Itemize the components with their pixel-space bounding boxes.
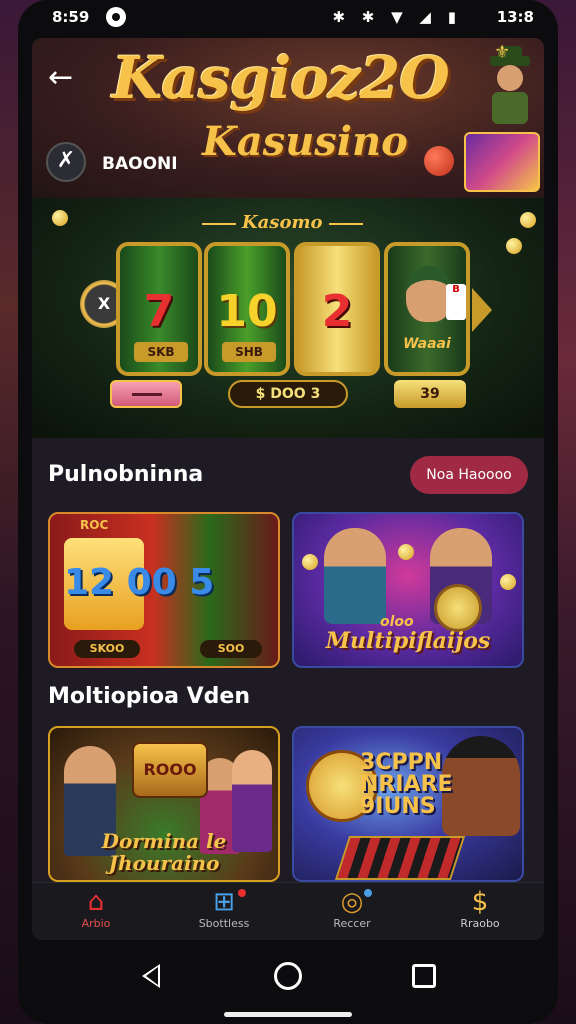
slot-label: Kasomo xyxy=(202,212,362,233)
win-amount: 39 xyxy=(394,380,466,408)
tab-label: Reccer xyxy=(333,917,371,930)
status-time: 8:59 xyxy=(52,8,90,26)
tab-rewards[interactable]: ◎ Reccer xyxy=(288,887,416,940)
coin-icon xyxy=(52,210,68,226)
app-header: ← Kasgioz2O Kasusino ⚜ ✗ BAOONI xyxy=(32,38,544,198)
medal-icon xyxy=(434,584,482,632)
dollar-icon: $ xyxy=(471,887,489,917)
arrow-right-icon[interactable] xyxy=(472,288,492,332)
card-chip-left: SKOO xyxy=(74,640,140,658)
red-ball-icon xyxy=(424,146,454,176)
bet-amount[interactable]: $ DOO 3 xyxy=(228,380,348,408)
nav-recents-icon[interactable] xyxy=(412,964,436,988)
tab-label: Rraobo xyxy=(460,917,500,930)
card-title: 3CPPN NRIARE 9IUNS xyxy=(360,750,453,819)
card-big-text: 12 00 5 xyxy=(64,562,215,603)
reel-symbol: 2 xyxy=(321,286,353,337)
notification-dot xyxy=(238,889,246,897)
bottom-tab-bar: ⌂ Arbio ⊞ Sbottless ◎ Reccer $ Rraobo xyxy=(32,882,544,940)
coin-icon xyxy=(520,212,536,228)
tab-label: Sbottless xyxy=(198,917,250,930)
system-nav-bar xyxy=(18,944,558,1024)
card-title: Multipiflaijos xyxy=(325,628,491,654)
game-card-roulette[interactable]: 3CPPN NRIARE 9IUNS xyxy=(292,726,524,882)
reel-sub-label: SHB xyxy=(222,342,276,362)
gesture-handle[interactable] xyxy=(224,1012,352,1017)
coin-icon xyxy=(302,554,318,570)
reel-symbol: 10 xyxy=(216,286,278,337)
trophy-icon: ◎ xyxy=(340,887,364,917)
card-title: Dormina le Jhouraino xyxy=(101,829,227,875)
spin-lever-button[interactable] xyxy=(110,380,182,408)
reel-symbol: 7 xyxy=(143,286,175,337)
status-bar: 8:59 ✱ ✱ ▼ ◢ ▮ 13:8 xyxy=(18,0,558,38)
app-screen: ← Kasgioz2O Kasusino ⚜ ✗ BAOONI Kasomo X… xyxy=(32,38,544,940)
home-icon: ⌂ xyxy=(87,887,105,917)
notification-icon xyxy=(106,7,126,27)
section-title: Pulnobninna xyxy=(48,462,204,487)
status-battery-text: 13:8 xyxy=(496,8,534,26)
notification-dot xyxy=(364,889,372,897)
card-header-text: ROC xyxy=(80,518,109,532)
playing-card-icon: B xyxy=(446,284,466,320)
card-chip-right: SOO xyxy=(200,640,262,658)
slot-reel: 7 SKB xyxy=(116,242,202,376)
nav-back-icon[interactable] xyxy=(142,964,160,988)
player-figure xyxy=(324,528,386,624)
roulette-table xyxy=(334,836,466,880)
games-section: Pulnobninna Noa Haoooo ROC 12 00 5 SKOO … xyxy=(32,442,544,940)
card-sign: ROOO xyxy=(132,742,208,798)
grid-icon: ⊞ xyxy=(213,887,235,917)
coin-icon xyxy=(500,574,516,590)
section-title: Moltiopioa Vden xyxy=(48,684,250,709)
fleur-icon: ⚜ xyxy=(494,42,511,63)
tab-home[interactable]: ⌂ Arbio xyxy=(32,887,160,940)
game-card-slots[interactable]: ROC 12 00 5 SKOO SOO xyxy=(48,512,280,668)
section-action-button[interactable]: Noa Haoooo xyxy=(410,456,528,494)
header-subtitle: BAOONI xyxy=(102,154,178,174)
app-logo-line1: Kasgioz2O xyxy=(112,44,450,112)
tab-games[interactable]: ⊞ Sbottless xyxy=(160,887,288,940)
reel-sub-label: Waaai xyxy=(403,336,451,352)
arrow-left-icon[interactable]: ← xyxy=(48,60,73,95)
tab-label: Arbio xyxy=(81,917,111,930)
status-icons: ✱ ✱ ▼ ◢ ▮ xyxy=(332,8,462,26)
slot-reel: 10 SHB xyxy=(204,242,290,376)
slot-reel: 2 xyxy=(294,242,380,376)
nav-home-icon[interactable] xyxy=(274,962,302,990)
tools-icon[interactable]: ✗ xyxy=(46,142,86,182)
header-subbar: ✗ BAOONI xyxy=(32,124,544,194)
game-card-multiplayer[interactable]: oloo Multipiflaijos xyxy=(292,512,524,668)
slot-machine-banner[interactable]: Kasomo X 7 SKB 10 SHB 2 Waaai B $ DOO 3 … xyxy=(32,198,544,438)
coin-icon xyxy=(398,544,414,560)
reel-sub-label: SKB xyxy=(134,342,188,362)
coin-icon xyxy=(506,238,522,254)
game-card-table[interactable]: ROOO Dormina le Jhouraino xyxy=(48,726,280,882)
promo-thumbnail[interactable] xyxy=(464,132,540,192)
tab-wallet[interactable]: $ Rraobo xyxy=(416,887,544,940)
phone-frame: 8:59 ✱ ✱ ▼ ◢ ▮ 13:8 ← Kasgioz2O Kasusino… xyxy=(18,0,558,1024)
